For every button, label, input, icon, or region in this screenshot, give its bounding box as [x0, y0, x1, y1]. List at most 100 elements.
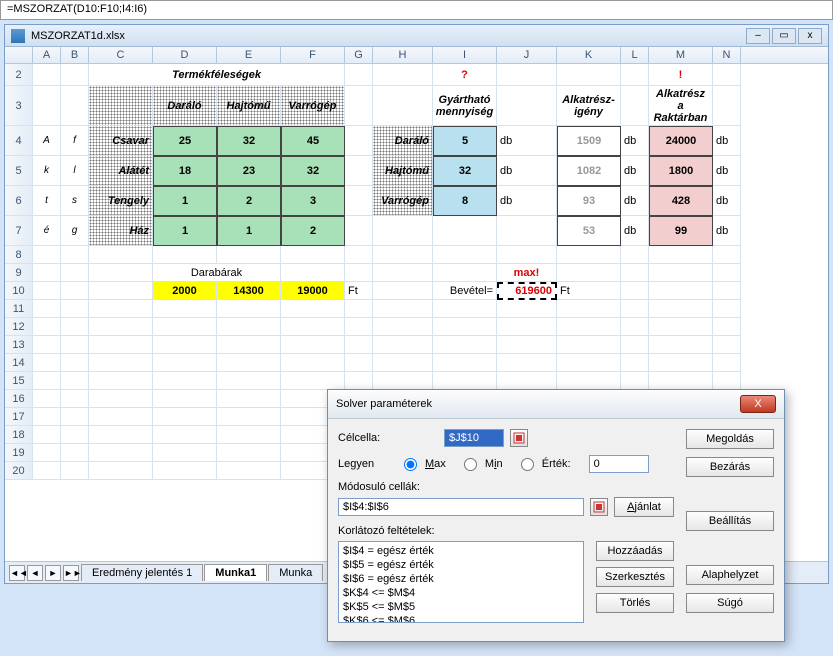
- matrix[interactable]: 1: [153, 186, 217, 216]
- vtext-a[interactable]: k: [33, 156, 61, 186]
- cell[interactable]: [621, 282, 649, 300]
- k-val[interactable]: 93: [557, 186, 621, 216]
- bevetel-label[interactable]: Bevétel=: [433, 282, 497, 300]
- cell[interactable]: [153, 300, 217, 318]
- cell[interactable]: [153, 444, 217, 462]
- cell[interactable]: [345, 354, 373, 372]
- cell[interactable]: [373, 64, 433, 86]
- radio-max[interactable]: [404, 458, 417, 471]
- cell[interactable]: [497, 372, 557, 390]
- cell[interactable]: [89, 390, 153, 408]
- constraint-item[interactable]: $I$4 = egész érték: [341, 544, 581, 558]
- cell[interactable]: [89, 372, 153, 390]
- col-header-F[interactable]: F: [281, 47, 345, 63]
- cell[interactable]: [345, 264, 373, 282]
- alk-igeny[interactable]: Alkatrész-igény: [557, 86, 621, 126]
- cell[interactable]: [33, 86, 61, 126]
- m-val[interactable]: 428: [649, 186, 713, 216]
- cell[interactable]: [89, 354, 153, 372]
- cell[interactable]: [373, 86, 433, 126]
- row-header[interactable]: 15: [5, 372, 33, 390]
- db[interactable]: db: [713, 186, 741, 216]
- cell[interactable]: [433, 318, 497, 336]
- cell[interactable]: [153, 372, 217, 390]
- matrix[interactable]: 23: [217, 156, 281, 186]
- matrix[interactable]: 25: [153, 126, 217, 156]
- row-header[interactable]: 16: [5, 390, 33, 408]
- k-val[interactable]: 53: [557, 216, 621, 246]
- cell[interactable]: [373, 282, 433, 300]
- row-header[interactable]: 5: [5, 156, 33, 186]
- cell[interactable]: [649, 372, 713, 390]
- col-header-L[interactable]: L: [621, 47, 649, 63]
- col-header-I[interactable]: I: [433, 47, 497, 63]
- cell[interactable]: [497, 354, 557, 372]
- cell[interactable]: [373, 246, 433, 264]
- cell[interactable]: [497, 246, 557, 264]
- vtext-a[interactable]: A: [33, 126, 61, 156]
- cell[interactable]: [557, 246, 621, 264]
- cell[interactable]: [621, 372, 649, 390]
- cell[interactable]: [649, 300, 713, 318]
- m-val[interactable]: 99: [649, 216, 713, 246]
- max-label[interactable]: max!: [497, 264, 557, 282]
- edit-constraint-button[interactable]: Szerkesztés: [596, 567, 674, 587]
- cell[interactable]: [433, 336, 497, 354]
- i-val[interactable]: 32: [433, 156, 497, 186]
- cell[interactable]: [345, 216, 373, 246]
- cell[interactable]: [89, 444, 153, 462]
- cell[interactable]: [217, 336, 281, 354]
- cell[interactable]: [713, 300, 741, 318]
- price-d[interactable]: 2000: [153, 282, 217, 300]
- row-header[interactable]: 18: [5, 426, 33, 444]
- cell[interactable]: [713, 372, 741, 390]
- cell[interactable]: [713, 64, 741, 86]
- constraint-item[interactable]: $I$6 = egész érték: [341, 572, 581, 586]
- cell[interactable]: [373, 300, 433, 318]
- cell[interactable]: [713, 282, 741, 300]
- row-header[interactable]: 14: [5, 354, 33, 372]
- col-header-M[interactable]: M: [649, 47, 713, 63]
- cell[interactable]: [433, 264, 497, 282]
- cell[interactable]: [345, 64, 373, 86]
- row-header[interactable]: 9: [5, 264, 33, 282]
- ft2[interactable]: Ft: [557, 282, 621, 300]
- cell[interactable]: [61, 264, 89, 282]
- col-header-B[interactable]: B: [61, 47, 89, 63]
- k-val[interactable]: 1082: [557, 156, 621, 186]
- cell[interactable]: [649, 264, 713, 282]
- cell[interactable]: [345, 318, 373, 336]
- row-header[interactable]: 19: [5, 444, 33, 462]
- tab-nav-first[interactable]: ◄◄: [9, 565, 25, 581]
- row-label[interactable]: Tengely: [89, 186, 153, 216]
- options-button[interactable]: Beállítás: [686, 511, 774, 531]
- col-e[interactable]: Hajtómű: [217, 86, 281, 126]
- cell[interactable]: [345, 126, 373, 156]
- cell[interactable]: [621, 64, 649, 86]
- row-header[interactable]: 10: [5, 282, 33, 300]
- cell[interactable]: [89, 246, 153, 264]
- cell[interactable]: [345, 246, 373, 264]
- cell[interactable]: [61, 246, 89, 264]
- h-label[interactable]: Hajtómű: [373, 156, 433, 186]
- cell[interactable]: [61, 318, 89, 336]
- cell[interactable]: [33, 64, 61, 86]
- tab-eredmeny[interactable]: Eredmény jelentés 1: [81, 564, 203, 581]
- tab-munka1[interactable]: Munka1: [204, 564, 267, 581]
- dialog-close-button[interactable]: X: [740, 395, 776, 413]
- row-header[interactable]: 17: [5, 408, 33, 426]
- db[interactable]: db: [621, 126, 649, 156]
- cell[interactable]: [713, 318, 741, 336]
- matrix[interactable]: 18: [153, 156, 217, 186]
- row-label[interactable]: Alátét: [89, 156, 153, 186]
- cell[interactable]: [33, 264, 61, 282]
- ertek-input[interactable]: [589, 455, 649, 473]
- reset-button[interactable]: Alaphelyzet: [686, 565, 774, 585]
- cell[interactable]: [557, 264, 621, 282]
- cell[interactable]: [33, 408, 61, 426]
- cell[interactable]: [557, 300, 621, 318]
- cell[interactable]: [33, 444, 61, 462]
- target-cell-input[interactable]: [444, 429, 504, 447]
- cell[interactable]: [33, 354, 61, 372]
- cell[interactable]: [89, 426, 153, 444]
